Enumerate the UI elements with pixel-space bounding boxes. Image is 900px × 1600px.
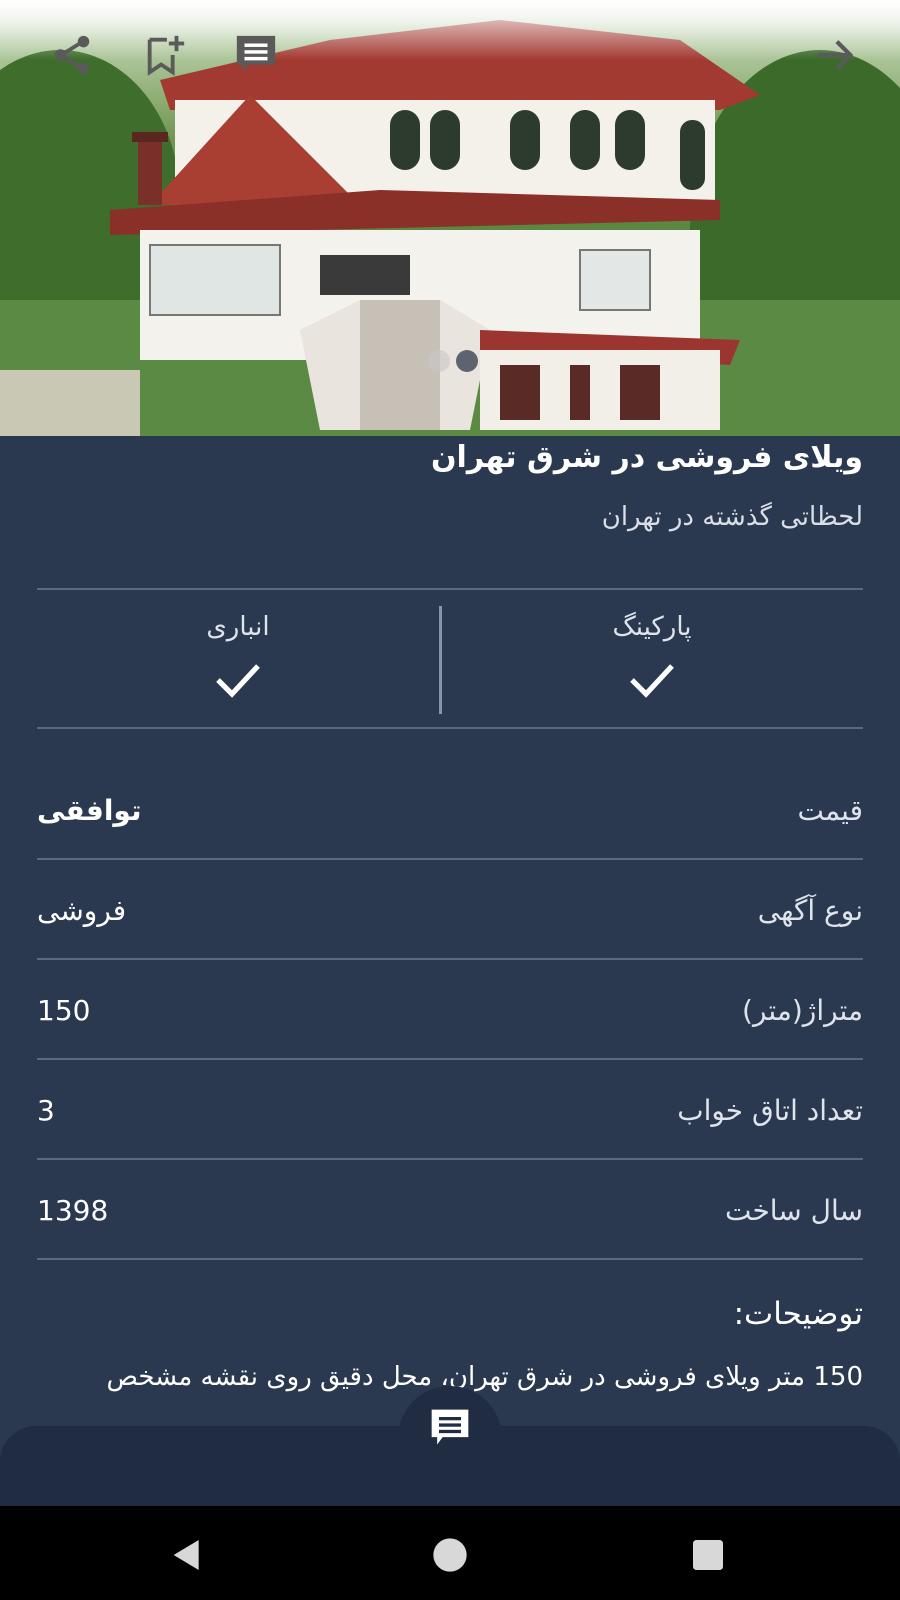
share-button[interactable] [45, 28, 99, 82]
nav-recents-button[interactable] [683, 1530, 733, 1580]
back-arrow-button[interactable] [808, 28, 862, 82]
description-text: 150 متر ویلای فروشی در شرق تهران، محل دق… [106, 1362, 863, 1392]
divider [37, 1158, 863, 1160]
detail-row-build-year: سال ساخت 1398 [37, 1162, 863, 1260]
chat-fab[interactable] [398, 1386, 502, 1458]
detail-label: تعداد اتاق خواب [677, 1094, 863, 1127]
detail-label: نوع آگهی [757, 894, 863, 927]
page-dot[interactable] [428, 350, 450, 372]
nav-back-button[interactable] [162, 1530, 212, 1580]
system-navigation-bar [0, 1506, 900, 1600]
description-heading: توضیحات: [733, 1296, 863, 1332]
detail-row-ad-type: نوع آگهی فروشی [37, 862, 863, 960]
detail-value: توافقی [37, 794, 142, 827]
recents-icon [693, 1540, 723, 1570]
divider [37, 958, 863, 960]
feature-storage: انباری [138, 612, 338, 700]
listing-subtitle: لحظاتی گذشته در تهران [601, 502, 863, 532]
detail-value: 150 [37, 994, 91, 1027]
chat-icon [236, 35, 276, 73]
nav-home-button[interactable] [425, 1530, 475, 1580]
image-pagination [428, 350, 478, 372]
detail-value: فروشی [37, 894, 127, 927]
detail-label: متراژ(متر) [742, 994, 863, 1027]
feature-label: پارکینگ [612, 612, 692, 642]
detail-label: سال ساخت [724, 1194, 863, 1227]
bookmark-add-icon [147, 35, 185, 76]
chat-icon [431, 1409, 469, 1445]
listing-title: ویلای فروشی در شرق تهران [430, 440, 863, 475]
detail-label: قیمت [797, 794, 863, 827]
feature-parking: پارکینگ [552, 612, 752, 700]
divider [37, 1058, 863, 1060]
home-icon [433, 1538, 467, 1572]
check-icon [630, 664, 674, 698]
divider [37, 727, 863, 729]
detail-value: 3 [37, 1094, 55, 1127]
divider [37, 1258, 863, 1260]
detail-row-area: متراژ(متر) 150 [37, 962, 863, 1060]
page-dot-active[interactable] [456, 350, 478, 372]
image-top-fade [0, 0, 900, 60]
chat-button[interactable] [229, 28, 283, 82]
divider [37, 588, 863, 590]
check-icon [216, 664, 260, 698]
listing-image[interactable] [0, 0, 900, 436]
bookmark-button[interactable] [138, 28, 192, 82]
back-icon [173, 1540, 199, 1570]
detail-row-price: قیمت توافقی [37, 762, 863, 860]
detail-value: 1398 [37, 1194, 109, 1227]
detail-row-bedrooms: تعداد اتاق خواب 3 [37, 1062, 863, 1160]
divider [37, 858, 863, 860]
feature-label: انباری [206, 612, 270, 642]
feature-separator [439, 606, 442, 714]
share-icon [54, 35, 90, 75]
arrow-forward-icon [817, 40, 854, 70]
